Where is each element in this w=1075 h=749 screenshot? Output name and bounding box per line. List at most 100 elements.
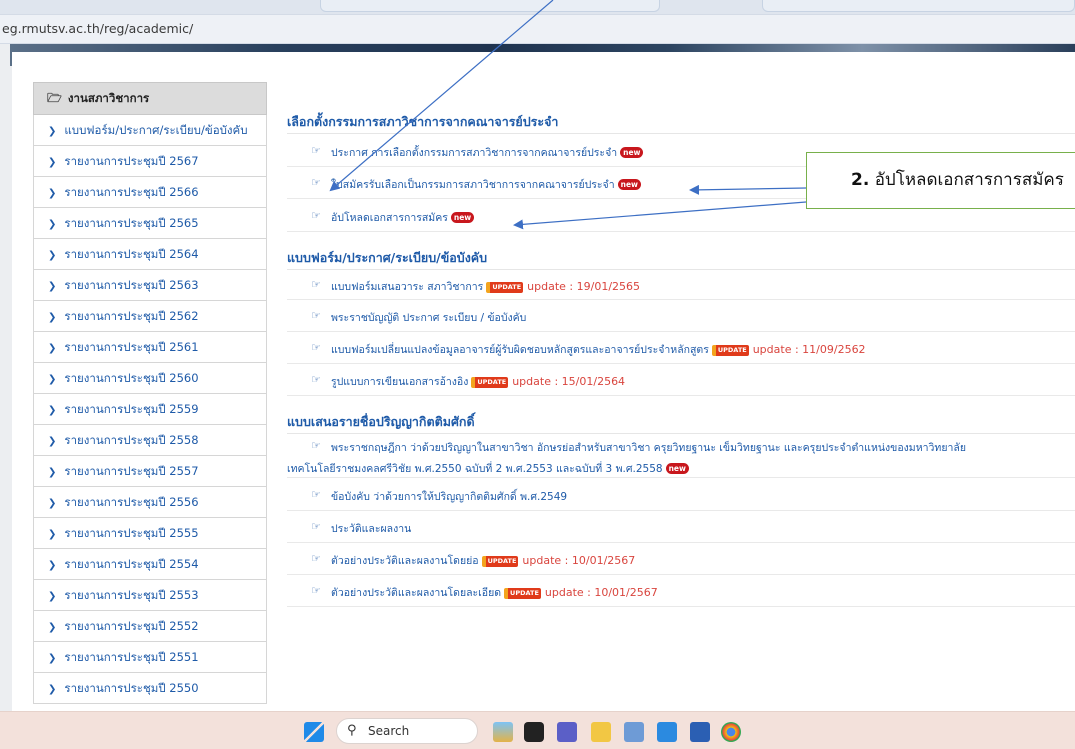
document-link[interactable]: ประกาศ การเลือกตั้งกรรมการสภาวิชาการจากค…	[331, 147, 617, 159]
update-date: update : 19/01/2565	[527, 280, 641, 293]
chevron-right-icon: ❯	[48, 653, 57, 664]
chevron-right-icon: ❯	[48, 219, 57, 230]
sidebar-item[interactable]: ❯ รายงานการประชุมปี 2560	[33, 363, 267, 394]
sidebar-item[interactable]: ❯ รายงานการประชุมปี 2562	[33, 301, 267, 332]
section-title: เลือกตั้งกรรมการสภาวิชาการจากคณาจารย์ประ…	[287, 112, 1075, 134]
update-date: update : 10/01/2567	[522, 554, 636, 567]
sidebar-item[interactable]: ❯ รายงานการประชุมปี 2554	[33, 549, 267, 580]
new-badge: new	[665, 463, 689, 474]
sidebar-item-label: รายงานการประชุมปี 2551	[64, 650, 199, 664]
link-row: ☞ รูปแบบการเขียนเอกสารอ้างอิง UPDATE update…	[287, 364, 1075, 396]
update-badge: UPDATE	[481, 556, 519, 567]
sidebar-item-label: รายงานการประชุมปี 2555	[64, 526, 199, 540]
sidebar-item[interactable]: ❯ รายงานการประชุมปี 2556	[33, 487, 267, 518]
document-link[interactable]: แบบฟอร์มเสนอวาระ สภาวิชาการ	[331, 281, 483, 293]
hand-pointing-icon: ☞	[311, 520, 321, 533]
chevron-right-icon: ❯	[48, 529, 57, 540]
address-bar[interactable]: eg.rmutsv.ac.th/reg/academic/	[0, 14, 1075, 44]
chevron-right-icon: ❯	[48, 343, 57, 354]
hand-pointing-icon: ☞	[311, 373, 321, 386]
document-link[interactable]: ตัวอย่างประวัติและผลงานโดยละเอียด	[331, 587, 501, 599]
hand-pointing-icon: ☞	[311, 176, 321, 189]
sidebar-item[interactable]: ❯ รายงานการประชุมปี 2564	[33, 239, 267, 270]
content-section: แบบฟอร์ม/ประกาศ/ระเบียบ/ข้อบังคับ ☞ แบบฟอร…	[287, 248, 1075, 396]
chevron-right-icon: ❯	[48, 374, 57, 385]
document-link[interactable]: แบบฟอร์มเปลี่ยนแปลงข้อมูลอาจารย์ผู้รับผิ…	[331, 344, 709, 356]
link-row: ☞ แบบฟอร์มเปลี่ยนแปลงข้อมูลอาจารย์ผู้รับผ…	[287, 332, 1075, 364]
sidebar-item[interactable]: ❯ รายงานการประชุมปี 2559	[33, 394, 267, 425]
sidebar-item[interactable]: ❯ รายงานการประชุมปี 2563	[33, 270, 267, 301]
sidebar-item-label: รายงานการประชุมปี 2556	[64, 495, 199, 509]
sidebar-item-label: รายงานการประชุมปี 2563	[64, 278, 199, 292]
sidebar-item[interactable]: ❯ รายงานการประชุมปี 2561	[33, 332, 267, 363]
taskbar-search-label: Search	[368, 724, 410, 738]
update-badge: UPDATE	[486, 282, 524, 293]
new-badge: new	[620, 146, 644, 158]
browser-tab[interactable]	[762, 0, 1075, 12]
chrome-icon[interactable]	[721, 722, 741, 742]
teams-icon[interactable]	[557, 722, 577, 742]
hand-pointing-icon: ☞	[311, 341, 321, 354]
hand-pointing-icon: ☞	[311, 552, 321, 565]
link-row: ☞ พระราชกฤษฎีกา ว่าด้วยปริญญาในสาขาวิชา อ…	[287, 434, 1075, 478]
sidebar: 🗁 งานสภาวิชาการ ❯ แบบฟอร์ม/ประกาศ/ระเบียบ/…	[33, 82, 267, 704]
document-link[interactable]: พระราชกฤษฎีกา ว่าด้วยปริญญาในสาขาวิชา อั…	[331, 442, 966, 454]
sidebar-item[interactable]: ❯ รายงานการประชุมปี 2567	[33, 146, 267, 177]
file-explorer-icon[interactable]	[591, 722, 611, 742]
sidebar-item[interactable]: ❯ รายงานการประชุมปี 2566	[33, 177, 267, 208]
browser-tab[interactable]	[320, 0, 660, 12]
document-link[interactable]: พระราชบัญญัติ ประกาศ ระเบียบ / ข้อบังคับ	[331, 312, 526, 324]
sidebar-item[interactable]: ❯ รายงานการประชุมปี 2565	[33, 208, 267, 239]
chevron-right-icon: ❯	[48, 684, 57, 695]
outlook-icon[interactable]	[657, 722, 677, 742]
browser-tab-strip	[0, 0, 1075, 14]
sidebar-header: 🗁 งานสภาวิชาการ	[33, 82, 267, 115]
link-row: ☞ ตัวอย่างประวัติและผลงานโดยย่อ UPDATE upda…	[287, 543, 1075, 575]
task-view-icon[interactable]	[524, 722, 544, 742]
document-link[interactable]: รูปแบบการเขียนเอกสารอ้างอิง	[331, 376, 468, 388]
document-link[interactable]: ตัวอย่างประวัติและผลงานโดยย่อ	[331, 555, 479, 567]
update-date: update : 10/01/2567	[544, 586, 658, 599]
sidebar-item[interactable]: ❯ รายงานการประชุมปี 2557	[33, 456, 267, 487]
url-text: eg.rmutsv.ac.th/reg/academic/	[2, 21, 194, 36]
link-row: ☞ พระราชบัญญัติ ประกาศ ระเบียบ / ข้อบังคั…	[287, 300, 1075, 332]
sidebar-item[interactable]: ❯ รายงานการประชุมปี 2552	[33, 611, 267, 642]
chevron-right-icon: ❯	[48, 157, 57, 168]
sidebar-item[interactable]: ❯ รายงานการประชุมปี 2553	[33, 580, 267, 611]
sidebar-item-label: รายงานการประชุมปี 2561	[64, 340, 199, 354]
new-badge: new	[450, 211, 475, 223]
windows-start-icon[interactable]	[304, 722, 324, 742]
callout-text: อัปโหลดเอกสารการสมัคร	[874, 170, 1064, 190]
sidebar-item[interactable]: ❯ แบบฟอร์ม/ประกาศ/ระเบียบ/ข้อบังคับ	[33, 115, 267, 146]
document-link[interactable]: ใบสมัครรับเลือกเป็นกรรมการสภาวิชาการจากค…	[331, 179, 615, 191]
document-link-continued[interactable]: เทคโนโลยีราชมงคลศรีวิชัย พ.ศ.2550 ฉบับที…	[287, 460, 663, 477]
hand-pointing-icon: ☞	[311, 143, 321, 157]
document-link[interactable]: ประวัติและผลงาน	[331, 523, 411, 535]
hand-pointing-icon: ☞	[311, 278, 321, 291]
sidebar-item[interactable]: ❯ รายงานการประชุมปี 2550	[33, 673, 267, 704]
section-title: แบบเสนอรายชื่อปริญญากิตติมศักดิ์	[287, 412, 1075, 434]
sidebar-item-label: รายงานการประชุมปี 2552	[64, 619, 199, 633]
sidebar-item[interactable]: ❯ รายงานการประชุมปี 2551	[33, 642, 267, 673]
widgets-icon[interactable]	[493, 722, 513, 742]
sidebar-item-label: รายงานการประชุมปี 2560	[64, 371, 199, 385]
chevron-right-icon: ❯	[48, 281, 57, 292]
sidebar-item-label: แบบฟอร์ม/ประกาศ/ระเบียบ/ข้อบังคับ	[64, 123, 248, 137]
word-icon[interactable]	[690, 722, 710, 742]
hand-pointing-icon: ☞	[311, 208, 321, 222]
taskbar: ⚲ Search	[0, 711, 1075, 749]
sidebar-item-label: รายงานการประชุมปี 2565	[64, 216, 199, 230]
chevron-right-icon: ❯	[48, 591, 57, 602]
sidebar-item[interactable]: ❯ รายงานการประชุมปี 2555	[33, 518, 267, 549]
document-link[interactable]: ข้อบังคับ ว่าด้วยการให้ปริญญากิตติมศักดิ…	[331, 491, 567, 503]
hand-pointing-icon: ☞	[311, 309, 321, 322]
document-link[interactable]: อัปโหลดเอกสารการสมัคร	[331, 212, 448, 224]
hand-pointing-icon: ☞	[311, 487, 321, 501]
sidebar-item[interactable]: ❯ รายงานการประชุมปี 2558	[33, 425, 267, 456]
store-icon[interactable]	[624, 722, 644, 742]
update-badge: UPDATE	[471, 377, 509, 388]
sidebar-item-label: รายงานการประชุมปี 2550	[64, 681, 199, 695]
chevron-right-icon: ❯	[48, 622, 57, 633]
taskbar-search[interactable]: ⚲ Search	[336, 718, 478, 744]
sidebar-item-label: รายงานการประชุมปี 2564	[64, 247, 199, 261]
